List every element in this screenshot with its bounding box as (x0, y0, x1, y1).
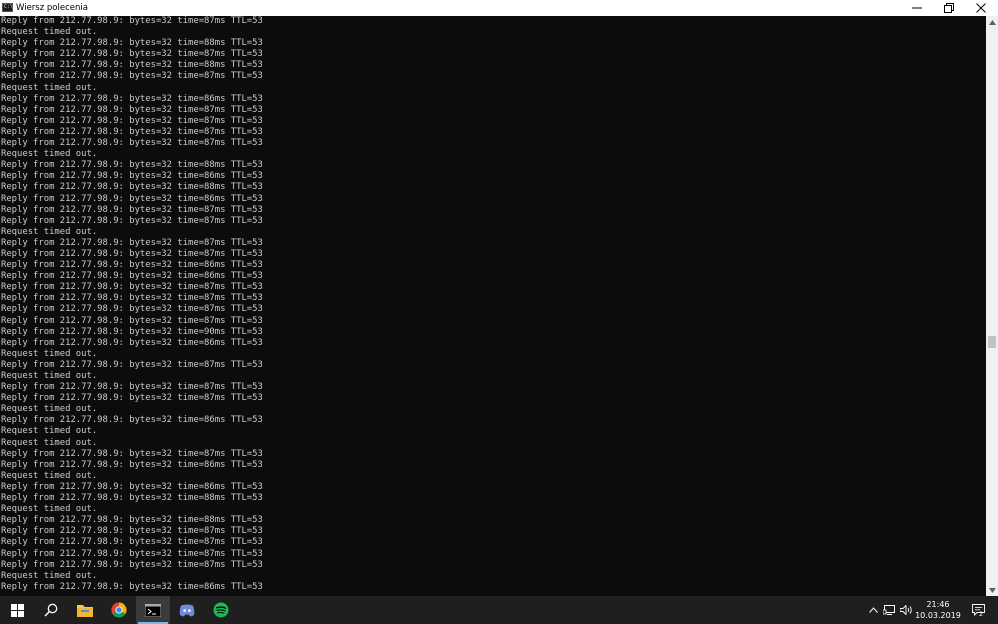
console-line: Request timed out. (1, 82, 98, 93)
console-line: Reply from 212.77.98.9: bytes=32 time=90… (1, 326, 263, 337)
console-line: Reply from 212.77.98.9: bytes=32 time=87… (1, 537, 263, 548)
console-line: Reply from 212.77.98.9: bytes=32 time=87… (1, 71, 263, 82)
taskbar: 21:46 10.03.2019 2 (0, 596, 998, 624)
console-line: Reply from 212.77.98.9: bytes=32 time=87… (1, 382, 263, 393)
cmd-icon: C:\ (2, 3, 14, 12)
action-center-button[interactable] (968, 596, 988, 624)
console-line: Reply from 212.77.98.9: bytes=32 time=86… (1, 481, 263, 492)
clock-time: 21:46 (926, 600, 950, 609)
scroll-up-icon (988, 19, 996, 25)
clock-date: 10.03.2019 (915, 611, 961, 620)
console-line: Reply from 212.77.98.9: bytes=32 time=88… (1, 182, 263, 193)
window-title: Wiersz polecenia (16, 3, 88, 13)
windows-logo-icon (10, 603, 24, 617)
chrome-button[interactable] (102, 596, 136, 624)
console-line: Reply from 212.77.98.9: bytes=32 time=87… (1, 16, 263, 26)
console-line: Request timed out. (1, 27, 98, 38)
console-line: Reply from 212.77.98.9: bytes=32 time=87… (1, 548, 263, 559)
cmd-taskbar-button[interactable] (136, 596, 170, 624)
scroll-up-button[interactable] (986, 16, 998, 28)
console-line: Reply from 212.77.98.9: bytes=32 time=87… (1, 526, 263, 537)
console-line: Request timed out. (1, 426, 98, 437)
console-line: Reply from 212.77.98.9: bytes=32 time=88… (1, 160, 263, 171)
clock[interactable]: 21:46 10.03.2019 (912, 599, 964, 621)
folder-icon (77, 604, 93, 617)
console-line: Reply from 212.77.98.9: bytes=32 time=87… (1, 126, 263, 137)
chrome-icon (111, 602, 127, 618)
scroll-thumb[interactable] (988, 336, 996, 348)
console-line: Request timed out. (1, 371, 98, 381)
console-line: Request timed out. (1, 404, 98, 415)
console-line: Reply from 212.77.98.9: bytes=32 time=87… (1, 393, 263, 404)
console-line: Request timed out. (1, 470, 98, 481)
console-line: Reply from 212.77.98.9: bytes=32 time=86… (1, 415, 263, 426)
notification-count: 2 (979, 610, 984, 618)
start-button[interactable] (0, 596, 34, 624)
spotify-icon (213, 602, 229, 618)
console-line: Reply from 212.77.98.9: bytes=32 time=87… (1, 104, 263, 115)
console-line: Reply from 212.77.98.9: bytes=32 time=88… (1, 60, 263, 71)
console-line: Reply from 212.77.98.9: bytes=32 time=86… (1, 459, 263, 470)
console-line: Reply from 212.77.98.9: bytes=32 time=87… (1, 138, 263, 149)
show-hidden-icons-button[interactable] (866, 596, 880, 624)
console-line: Reply from 212.77.98.9: bytes=32 time=86… (1, 581, 263, 592)
console-text: Reply from 212.77.98.9: bytes=32 time=87… (0, 16, 986, 593)
discord-button[interactable] (170, 596, 204, 624)
console-line: Request timed out. (1, 226, 98, 237)
console-line: Reply from 212.77.98.9: bytes=32 time=86… (1, 271, 263, 282)
console-line: Reply from 212.77.98.9: bytes=32 time=86… (1, 171, 263, 182)
console-line: Reply from 212.77.98.9: bytes=32 time=87… (1, 237, 263, 248)
console-line: Reply from 212.77.98.9: bytes=32 time=86… (1, 193, 263, 204)
discord-icon (179, 604, 195, 616)
minimize-button[interactable] (900, 0, 934, 16)
close-button[interactable] (964, 0, 998, 16)
chevron-up-icon (868, 607, 878, 613)
console-line: Reply from 212.77.98.9: bytes=32 time=87… (1, 315, 263, 326)
console-line: Reply from 212.77.98.9: bytes=32 time=87… (1, 282, 263, 293)
console-line: Request timed out. (1, 348, 98, 359)
console-line: Reply from 212.77.98.9: bytes=32 time=88… (1, 493, 263, 504)
vertical-scrollbar[interactable] (986, 16, 998, 596)
minimize-icon (912, 7, 922, 9)
restore-button[interactable] (932, 0, 966, 16)
console-line: Reply from 212.77.98.9: bytes=32 time=86… (1, 93, 263, 104)
console-line: Reply from 212.77.98.9: bytes=32 time=87… (1, 49, 263, 60)
close-icon (976, 3, 986, 13)
search-icon (44, 603, 58, 617)
spotify-button[interactable] (204, 596, 238, 624)
scroll-down-icon (988, 587, 996, 593)
scroll-down-button[interactable] (986, 584, 998, 596)
console-line: Reply from 212.77.98.9: bytes=32 time=87… (1, 204, 263, 215)
network-icon (883, 605, 895, 615)
console-line: Request timed out. (1, 149, 98, 160)
console-line: Reply from 212.77.98.9: bytes=32 time=87… (1, 248, 263, 259)
network-button[interactable] (881, 596, 897, 624)
console-line: Request timed out. (1, 570, 98, 581)
console-line: Reply from 212.77.98.9: bytes=32 time=86… (1, 337, 263, 348)
console-line: Reply from 212.77.98.9: bytes=32 time=88… (1, 515, 263, 526)
cmd-icon (145, 603, 161, 617)
console-line: Reply from 212.77.98.9: bytes=32 time=87… (1, 215, 263, 226)
console-output[interactable]: Reply from 212.77.98.9: bytes=32 time=87… (0, 16, 986, 596)
console-line: Reply from 212.77.98.9: bytes=32 time=87… (1, 293, 263, 304)
volume-icon (899, 605, 912, 615)
console-line: Reply from 212.77.98.9: bytes=32 time=87… (1, 115, 263, 126)
console-line: Request timed out. (1, 437, 98, 448)
console-line: Reply from 212.77.98.9: bytes=32 time=87… (1, 359, 263, 370)
console-line: Reply from 212.77.98.9: bytes=32 time=86… (1, 260, 263, 271)
console-line: Reply from 212.77.98.9: bytes=32 time=88… (1, 38, 263, 49)
console-line: Reply from 212.77.98.9: bytes=32 time=87… (1, 448, 263, 459)
file-explorer-button[interactable] (68, 596, 102, 624)
title-bar[interactable]: C:\ Wiersz polecenia (0, 0, 998, 16)
console-line: Request timed out. (1, 504, 98, 515)
console-line: Reply from 212.77.98.9: bytes=32 time=87… (1, 559, 263, 570)
restore-icon (944, 3, 954, 13)
console-line: Reply from 212.77.98.9: bytes=32 time=87… (1, 304, 263, 315)
search-button[interactable] (34, 596, 68, 624)
